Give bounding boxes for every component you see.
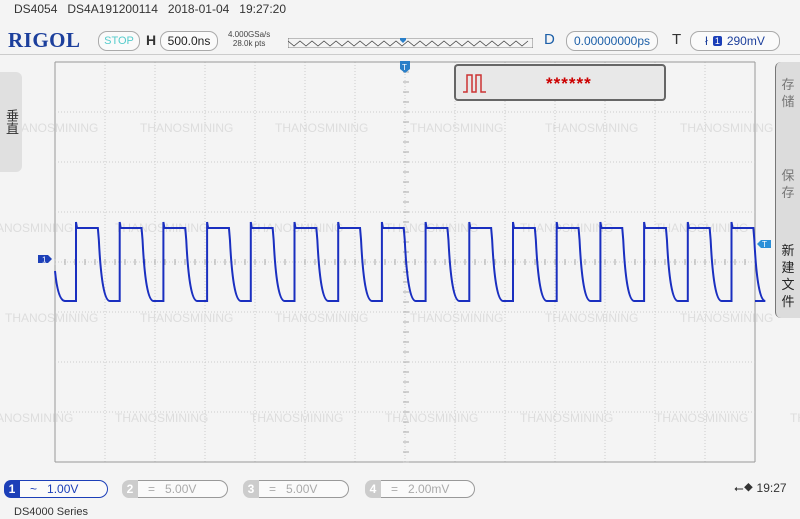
channel-2-status[interactable]: 2 = 5.00V (122, 480, 228, 498)
trigger-level-marker[interactable]: T (757, 240, 771, 249)
menu-item-new-file[interactable]: 新建文件 (781, 242, 795, 310)
watermark-text: THANOSMINING (680, 311, 773, 325)
channel-3-status[interactable]: 3 = 5.00V (243, 480, 349, 498)
serial: DS4A191200114 (67, 2, 158, 16)
memory-depth: 28.0k pts (232, 39, 266, 48)
trigger-source: 1 (712, 36, 722, 46)
watermark-text: THANOSMINING (545, 311, 638, 325)
series-label: DS4000 Series (14, 506, 88, 518)
clock-time: 19:27 (756, 481, 787, 495)
watermark-text: THANOSMINING (790, 411, 800, 425)
svg-text:T: T (402, 63, 407, 72)
watermark-text: THANOSMINING (385, 411, 478, 425)
acquisition-info: 4.000GSa/s 28.0k pts (228, 30, 270, 48)
message-text: ****** (546, 74, 592, 93)
menu-item-storage[interactable]: 存储 (781, 76, 795, 110)
watermark-text: THANOSMINING (250, 411, 343, 425)
channel-bar: 1 ~1.00V 2 = 5.00V 3 = 5.00V 4 = 2.00mV (0, 478, 800, 500)
watermark-text: THANOSMINING (410, 121, 503, 135)
watermark-text: THANOSMINING (140, 121, 233, 135)
menu-item-save[interactable]: 保存 (781, 167, 795, 201)
watermark-text: THANOSMINING (140, 311, 233, 325)
watermark-text: THANOSMINING (115, 411, 208, 425)
run-stop-status[interactable]: STOP (98, 31, 140, 51)
date: 2018-01-04 (167, 2, 230, 16)
trigger-level: 290mV (726, 34, 765, 48)
model: DS4054 (14, 2, 58, 16)
trigger-settings[interactable]: ł 1 290mV (690, 31, 780, 51)
delay-label: D (544, 31, 555, 48)
trigger-marker-label: T (762, 240, 767, 249)
falling-edge-icon: ł (705, 34, 708, 48)
usb-icon: ⭠⯁ (734, 481, 757, 495)
watermark-text: THANOSMINING (655, 411, 748, 425)
watermark-text: THANOSMINING (520, 411, 613, 425)
square-wave-icon (463, 74, 486, 93)
trigger-time-marker[interactable]: T (400, 61, 410, 73)
ch1-offset-marker[interactable]: 1 (38, 255, 52, 265)
watermark-text: THANOSMINING (5, 311, 98, 325)
trigger-position-marker-icon (400, 38, 406, 43)
watermark-text: THANOSMINING (0, 221, 73, 235)
watermark-text: THANOSMINING (680, 121, 773, 135)
watermark-text: THANOSMINING (275, 311, 368, 325)
rigol-logo: RIGOL (8, 28, 81, 52)
softkey-menu: 存储 保存 新建文件 (775, 62, 800, 318)
delay-value[interactable]: 0.00000000ps (566, 31, 658, 51)
header-info: DS4054 DS4A191200114 2018-01-04 19:27:20 (14, 2, 296, 16)
sample-rate: 4.000GSa/s (228, 30, 271, 39)
status-clock: ⭠⯁ 19:27 (734, 481, 787, 496)
ch1-marker-label: 1 (42, 256, 47, 265)
watermark-text: THANOSMINING (410, 311, 503, 325)
vertical-menu-tab[interactable]: 垂直 (0, 72, 22, 172)
channel-1-status[interactable]: 1 ~1.00V (4, 480, 108, 498)
waveform-display[interactable]: THANOSMINING THANOSMINING THANOSMINING THAN… (0, 55, 800, 475)
timebase-value[interactable]: 500.0ns (160, 31, 218, 51)
trigger-label: T (672, 31, 682, 48)
message-box: ****** (454, 64, 666, 101)
watermark-text: THANOSMINING (545, 121, 638, 135)
horizontal-label: H (146, 32, 157, 48)
watermark-text: THANOSMINING (0, 411, 73, 425)
memory-overview-bar[interactable] (288, 38, 533, 48)
memory-waveform-zigzag (288, 40, 529, 47)
time: 19:27:20 (239, 2, 287, 16)
channel-4-status[interactable]: 4 = 2.00mV (365, 480, 475, 498)
watermark-text: THANOSMINING (275, 121, 368, 135)
vertical-menu-label: 垂直 (4, 109, 19, 135)
